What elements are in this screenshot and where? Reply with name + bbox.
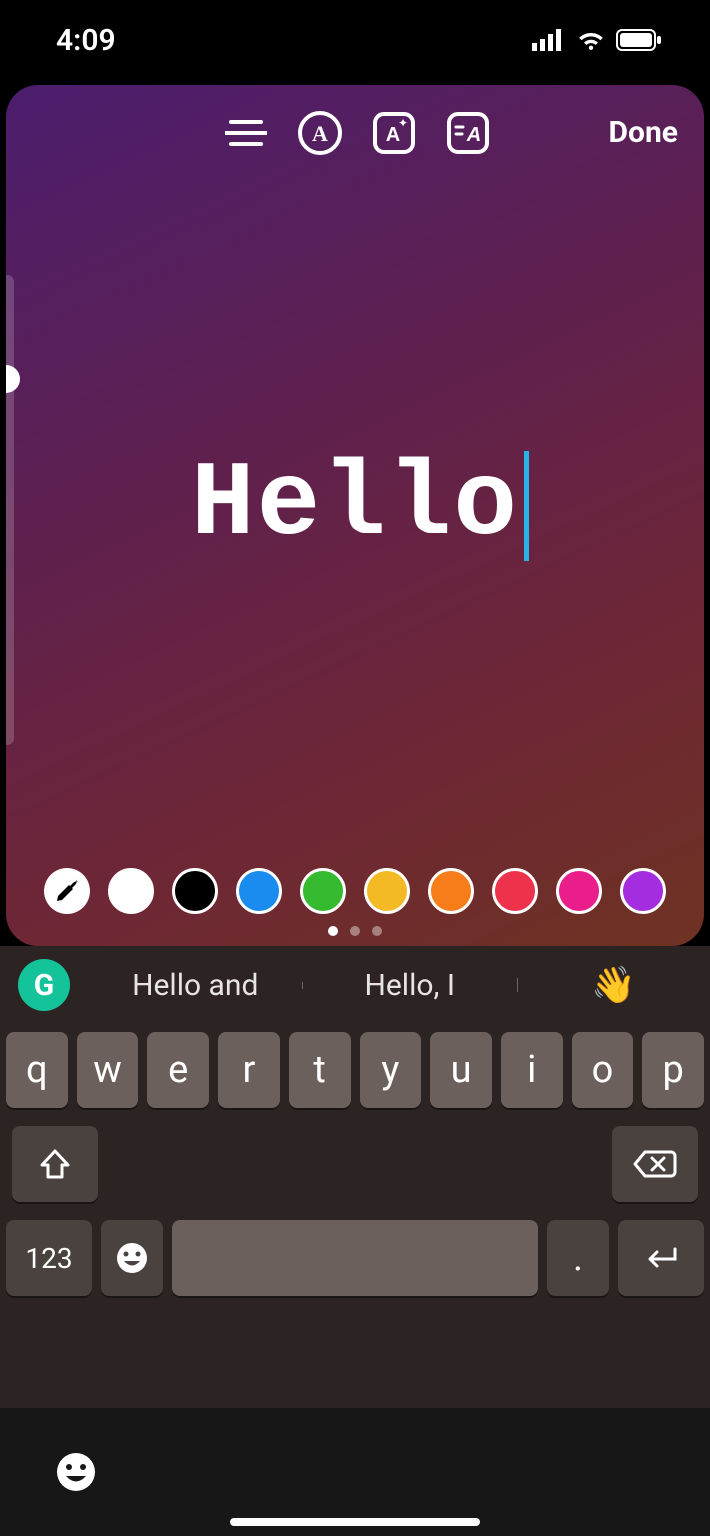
font-style-icon[interactable]: A [296, 109, 344, 157]
wifi-icon [576, 29, 606, 51]
status-bar: 4:09 [0, 0, 710, 80]
eyedropper-button[interactable] [44, 868, 90, 914]
key-u[interactable]: u [430, 1032, 492, 1108]
color-swatch-red[interactable] [492, 868, 538, 914]
numbers-key[interactable]: 123 [6, 1220, 92, 1296]
color-swatch-green[interactable] [300, 868, 346, 914]
bottom-bar [0, 1408, 710, 1536]
palette-pagination [6, 926, 704, 936]
status-indicators [532, 29, 662, 51]
key-r[interactable]: r [218, 1032, 280, 1108]
color-palette [6, 868, 704, 914]
color-swatch-white[interactable] [108, 868, 154, 914]
key-i[interactable]: i [501, 1032, 563, 1108]
emoji-icon [114, 1240, 150, 1276]
suggestion-bar: G Hello and Hello, I 👋 [0, 946, 710, 1024]
emoji-key[interactable] [101, 1220, 163, 1296]
svg-text:A: A [466, 124, 481, 146]
backspace-icon [633, 1149, 677, 1179]
text-input-area[interactable]: Hello [6, 445, 704, 565]
color-swatch-purple[interactable] [620, 868, 666, 914]
suggestion-1[interactable]: Hello and [88, 968, 302, 1003]
status-time: 4:09 [56, 23, 116, 58]
page-dot[interactable] [372, 926, 382, 936]
page-dot[interactable] [350, 926, 360, 936]
battery-icon [616, 29, 662, 51]
shift-icon [38, 1147, 72, 1181]
text-effects-icon[interactable]: A✦ [370, 109, 418, 157]
backspace-key[interactable] [612, 1126, 698, 1202]
done-button[interactable]: Done [609, 115, 678, 150]
return-key[interactable] [618, 1220, 704, 1296]
suggestion-3[interactable]: 👋 [517, 964, 710, 1006]
emoji-keyboard-button[interactable] [54, 1450, 98, 1494]
key-q[interactable]: q [6, 1032, 68, 1108]
key-y[interactable]: y [360, 1032, 422, 1108]
period-key[interactable]: . [547, 1220, 609, 1296]
align-icon[interactable] [222, 109, 270, 157]
keyboard: qwertyuiop 123 . [0, 1024, 710, 1296]
suggestion-2[interactable]: Hello, I [302, 968, 516, 1003]
story-canvas[interactable]: A A✦ A Done Hello [6, 85, 704, 946]
key-p[interactable]: p [642, 1032, 704, 1108]
keyboard-row-4: 123 . [6, 1220, 704, 1296]
color-swatch-orange[interactable] [428, 868, 474, 914]
eyedropper-icon [53, 877, 81, 905]
text-value[interactable]: Hello [191, 445, 519, 565]
color-swatch-black[interactable] [172, 868, 218, 914]
svg-text:✦: ✦ [398, 116, 408, 130]
key-w[interactable]: w [77, 1032, 139, 1108]
home-indicator[interactable] [230, 1518, 480, 1526]
return-icon [641, 1245, 681, 1271]
story-top-toolbar: A A✦ A Done [6, 97, 704, 169]
color-swatch-pink[interactable] [556, 868, 602, 914]
text-animation-icon[interactable]: A [444, 109, 492, 157]
color-swatch-yellow[interactable] [364, 868, 410, 914]
key-t[interactable]: t [289, 1032, 351, 1108]
grammarly-icon[interactable]: G [18, 959, 70, 1011]
color-swatch-blue[interactable] [236, 868, 282, 914]
svg-text:A: A [312, 121, 328, 146]
space-key[interactable] [172, 1220, 538, 1296]
keyboard-row-1: qwertyuiop [6, 1032, 704, 1108]
text-caret [524, 451, 529, 561]
text-size-slider-knob[interactable] [6, 365, 20, 393]
key-e[interactable]: e [147, 1032, 209, 1108]
page-dot[interactable] [328, 926, 338, 936]
emoji-face-icon [54, 1450, 98, 1494]
keyboard-row-3 [6, 1126, 704, 1202]
cellular-icon [532, 29, 566, 51]
shift-key[interactable] [12, 1126, 98, 1202]
key-o[interactable]: o [572, 1032, 634, 1108]
